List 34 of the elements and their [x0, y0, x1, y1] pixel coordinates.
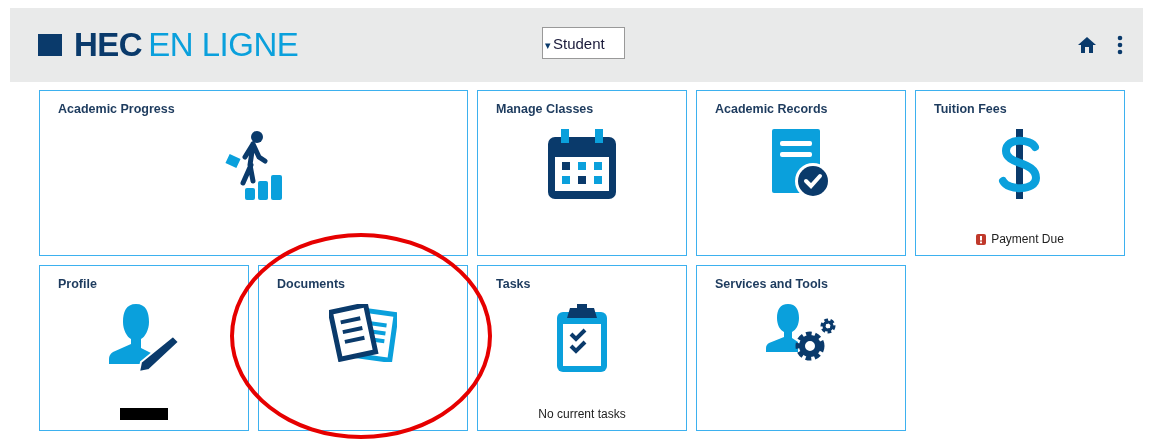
logo-text: HEC: [74, 26, 143, 64]
tile-title: Tuition Fees: [934, 102, 1007, 116]
tile-title: Tasks: [496, 277, 531, 291]
person-gears-icon: [766, 304, 836, 362]
dollar-icon: [998, 129, 1042, 199]
menu-icon[interactable]: [1117, 35, 1123, 55]
tile[interactable]: Documents: [258, 265, 468, 431]
tile[interactable]: Profile: [39, 265, 249, 431]
clipboard-checklist-icon: [557, 304, 607, 372]
tile-title: Services and Tools: [715, 277, 828, 291]
tile-title: Profile: [58, 277, 97, 291]
role-dropdown[interactable]: ▾Student: [542, 27, 625, 59]
tile-title: Academic Progress: [58, 102, 175, 116]
tile-title: Manage Classes: [496, 102, 594, 116]
tile[interactable]: Manage Classes: [477, 90, 687, 256]
tile[interactable]: Academic Records: [696, 90, 906, 256]
tile-status: No current tasks: [538, 407, 626, 421]
person-pencil-icon: [109, 304, 179, 372]
documents-icon: [329, 304, 397, 362]
logo-subtext: EN LIGNE: [148, 26, 299, 64]
redaction-bar: [120, 408, 168, 420]
payment-status: Payment Due: [991, 232, 1064, 246]
tile-title: Documents: [277, 277, 346, 291]
logo-square-icon: [38, 34, 62, 56]
home-icon[interactable]: [1077, 36, 1097, 54]
document-check-icon: [772, 129, 830, 199]
calendar-icon: [548, 129, 616, 199]
tile[interactable]: Tuition Fees Payment Due: [915, 90, 1125, 256]
tile[interactable]: Services and Tools: [696, 265, 906, 431]
alert-icon: [976, 233, 987, 245]
logo[interactable]: HEC EN LIGNE: [38, 26, 299, 64]
tile[interactable]: Academic Progress: [39, 90, 468, 256]
tile-title: Academic Records: [715, 102, 828, 116]
tile[interactable]: Tasks No current tasks: [477, 265, 687, 431]
